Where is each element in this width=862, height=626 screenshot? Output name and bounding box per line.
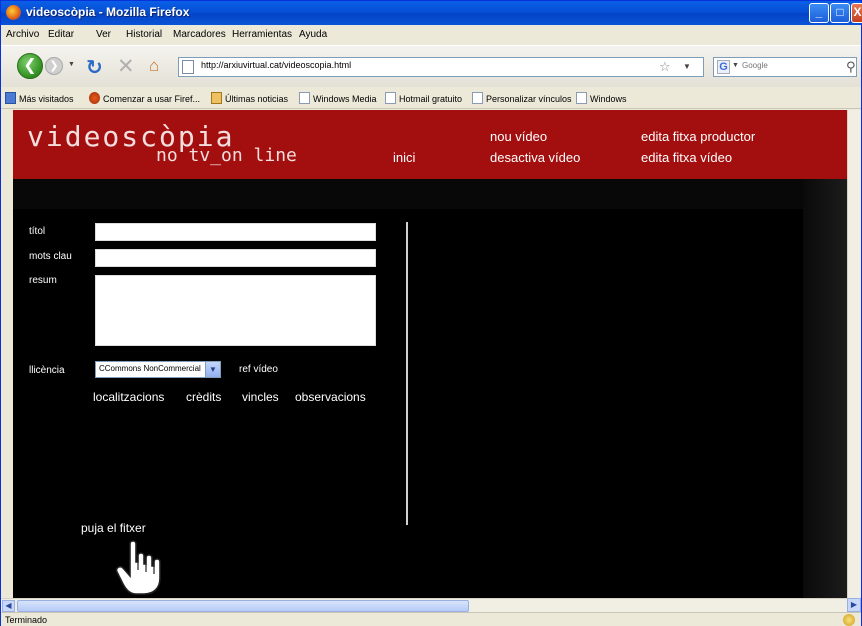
search-bar[interactable]: G ▼ — [713, 57, 857, 77]
vertical-divider — [406, 222, 408, 525]
menu-ayuda[interactable]: Ayuda — [299, 29, 327, 40]
address-bar[interactable]: ☆ ▼ — [178, 57, 704, 77]
nav-link-edita-productor[interactable]: edita fitxa productor — [641, 129, 755, 144]
vertical-scrollbar[interactable] — [847, 110, 861, 598]
status-bar: Terminado — [1, 612, 861, 626]
home-icon[interactable]: ⌂ — [149, 56, 159, 76]
close-button[interactable]: X — [851, 3, 862, 23]
forward-arrow-icon: ❯ — [49, 60, 59, 72]
link-vincles[interactable]: vincles — [242, 390, 279, 404]
status-text: Terminado — [5, 615, 48, 625]
google-icon[interactable]: G — [717, 60, 730, 74]
bookmarks-folder-icon — [5, 92, 16, 104]
scroll-right-icon[interactable]: ▶ — [847, 598, 861, 612]
page-icon — [576, 92, 587, 104]
browser-window: videoscòpia - Mozilla Firefox _ □ X Arch… — [0, 0, 862, 626]
horizontal-scrollbar[interactable]: ◀ — [1, 598, 847, 612]
license-label: llicència — [29, 365, 65, 376]
page-viewport: videoscòpia no tv_on line inici nou víde… — [13, 110, 847, 598]
search-input[interactable] — [742, 61, 832, 70]
bookmark-ultimas-noticias[interactable]: Últimas noticias — [211, 92, 288, 104]
menu-marcadores[interactable]: Marcadores — [173, 29, 226, 40]
url-input[interactable] — [201, 60, 661, 70]
chevron-down-icon[interactable]: ▼ — [205, 362, 220, 377]
menu-archivo[interactable]: Archivo — [6, 29, 39, 40]
bookmark-personalizar[interactable]: Personalizar vínculos — [472, 92, 572, 104]
title-label: títol — [29, 226, 46, 237]
maximize-button[interactable]: □ — [830, 3, 850, 23]
site-header: videoscòpia no tv_on line inici nou víde… — [13, 110, 847, 179]
link-observacions[interactable]: observacions — [295, 390, 366, 404]
bookmark-comenzar[interactable]: Comenzar a usar Firef... — [89, 92, 200, 104]
scrollbar-thumb[interactable] — [17, 600, 469, 612]
search-icon[interactable]: ⚲ — [846, 59, 856, 75]
menu-herramientas[interactable]: Herramientas — [232, 29, 292, 40]
firefox-icon — [89, 92, 100, 104]
bookmark-hotmail[interactable]: Hotmail gratuito — [385, 92, 462, 104]
bookmark-windows-media[interactable]: Windows Media — [299, 92, 377, 104]
back-button[interactable]: ❮ — [17, 53, 43, 79]
title-bar: videoscòpia - Mozilla Firefox _ □ X — [1, 1, 862, 25]
upload-file-link[interactable]: puja el fitxer — [81, 521, 146, 535]
menu-ver[interactable]: Ver — [96, 29, 111, 40]
nav-link-nou-video[interactable]: nou vídeo — [490, 129, 547, 144]
menu-bar: Archivo Editar Ver Historial Marcadores … — [1, 25, 861, 45]
link-credits[interactable]: crèdits — [186, 390, 221, 404]
search-engine-dropdown-icon[interactable]: ▼ — [732, 62, 739, 69]
rss-news-icon — [211, 92, 222, 104]
navigation-toolbar: ❮ ❯ ▼ ↻ ✕ ⌂ ☆ ▼ G ▼ ⚲ — [1, 45, 861, 87]
forward-button[interactable]: ❯ — [45, 57, 63, 75]
page-icon — [385, 92, 396, 104]
title-input[interactable] — [95, 223, 376, 241]
header-shadow-strip — [13, 179, 847, 209]
menu-historial[interactable]: Historial — [126, 29, 162, 40]
history-dropdown-icon[interactable]: ▼ — [68, 61, 75, 68]
menu-editar[interactable]: Editar — [48, 29, 74, 40]
bookmark-star-icon[interactable]: ☆ — [659, 59, 671, 75]
page-icon — [299, 92, 310, 104]
nav-link-desactiva-video[interactable]: desactiva vídeo — [490, 150, 580, 165]
link-localitzacions[interactable]: localitzacions — [93, 390, 164, 404]
minimize-button[interactable]: _ — [809, 3, 829, 23]
nav-link-inici[interactable]: inici — [393, 150, 415, 165]
bookmark-mas-visitados[interactable]: Más visitados — [5, 92, 74, 104]
scroll-left-icon[interactable]: ◀ — [2, 600, 15, 612]
summary-textarea[interactable] — [95, 275, 376, 346]
window-title: videoscòpia - Mozilla Firefox — [26, 5, 190, 19]
right-shade — [803, 179, 847, 598]
bookmark-windows[interactable]: Windows — [576, 92, 627, 104]
keywords-input[interactable] — [95, 249, 376, 267]
site-tagline: no tv_on line — [156, 145, 297, 166]
firefox-icon — [6, 5, 21, 20]
page-icon — [182, 60, 194, 74]
back-arrow-icon: ❮ — [23, 57, 37, 74]
ref-video-label[interactable]: ref vídeo — [239, 364, 278, 375]
reload-icon[interactable]: ↻ — [86, 55, 103, 80]
license-select[interactable]: CCommons NonCommercial ▼ — [95, 361, 221, 378]
url-dropdown-icon[interactable]: ▼ — [683, 62, 691, 71]
page-icon — [472, 92, 483, 104]
hand-cursor-icon — [115, 540, 161, 595]
bookmarks-toolbar: Más visitados Comenzar a usar Firef... Ú… — [1, 87, 861, 109]
status-indicator-icon — [843, 614, 855, 626]
nav-link-edita-video[interactable]: edita fitxa vídeo — [641, 150, 732, 165]
keywords-label: mots clau — [29, 251, 72, 262]
license-selected-value: CCommons NonCommercial — [99, 364, 201, 373]
summary-label: resum — [29, 275, 57, 286]
stop-icon[interactable]: ✕ — [117, 54, 135, 79]
